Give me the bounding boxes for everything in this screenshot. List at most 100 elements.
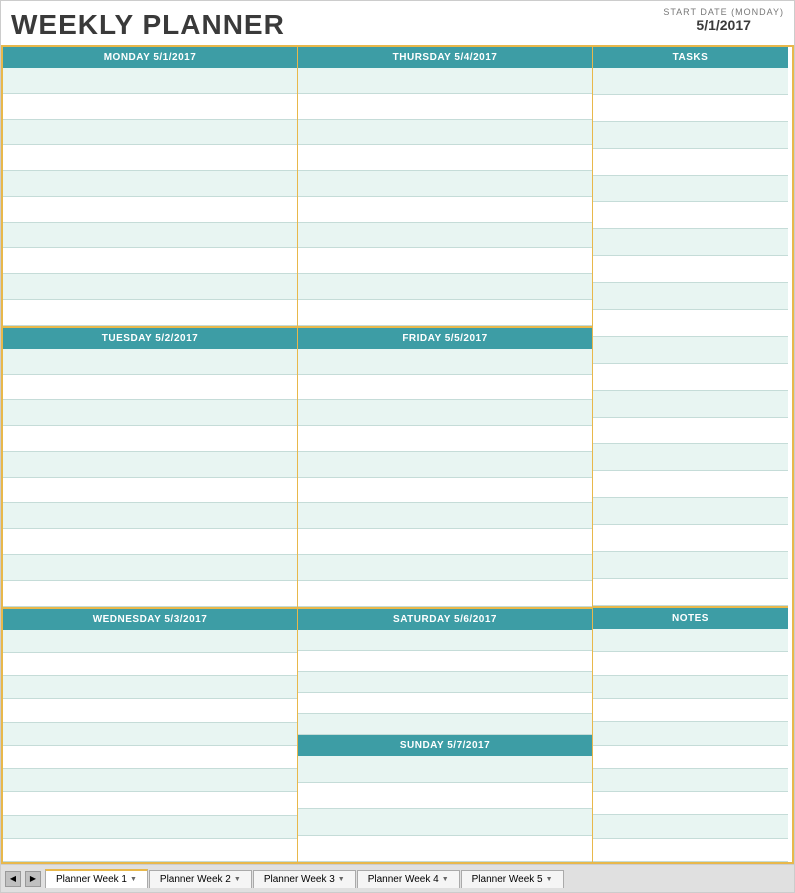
table-row[interactable] <box>298 651 592 672</box>
table-row[interactable] <box>3 792 297 815</box>
list-item[interactable] <box>593 552 788 579</box>
table-row[interactable] <box>3 400 297 426</box>
table-row[interactable] <box>298 120 592 146</box>
list-item[interactable] <box>593 310 788 337</box>
list-item[interactable] <box>593 95 788 122</box>
table-row[interactable] <box>3 223 297 249</box>
list-item[interactable] <box>593 676 788 699</box>
table-row[interactable] <box>3 248 297 274</box>
table-row[interactable] <box>3 723 297 746</box>
table-row[interactable] <box>298 555 592 581</box>
sheet-tab-week4[interactable]: Planner Week 4 ▼ <box>357 870 460 888</box>
tab-dropdown-icon[interactable]: ▼ <box>234 876 241 883</box>
table-row[interactable] <box>3 816 297 839</box>
table-row[interactable] <box>3 375 297 401</box>
table-row[interactable] <box>298 809 592 835</box>
table-row[interactable] <box>298 693 592 714</box>
table-row[interactable] <box>3 145 297 171</box>
table-row[interactable] <box>298 426 592 452</box>
table-row[interactable] <box>3 699 297 722</box>
table-row[interactable] <box>298 503 592 529</box>
table-row[interactable] <box>298 452 592 478</box>
list-item[interactable] <box>593 122 788 149</box>
list-item[interactable] <box>593 256 788 283</box>
table-row[interactable] <box>3 503 297 529</box>
table-row[interactable] <box>3 349 297 375</box>
table-row[interactable] <box>3 555 297 581</box>
table-row[interactable] <box>3 197 297 223</box>
list-item[interactable] <box>593 202 788 229</box>
table-row[interactable] <box>298 274 592 300</box>
table-row[interactable] <box>298 783 592 809</box>
table-row[interactable] <box>3 300 297 326</box>
table-row[interactable] <box>3 746 297 769</box>
tab-nav-prev[interactable]: ◀ <box>5 871 21 887</box>
table-row[interactable] <box>298 375 592 401</box>
list-item[interactable] <box>593 68 788 95</box>
table-row[interactable] <box>298 478 592 504</box>
table-row[interactable] <box>298 94 592 120</box>
table-row[interactable] <box>3 452 297 478</box>
table-row[interactable] <box>298 300 592 326</box>
list-item[interactable] <box>593 699 788 722</box>
table-row[interactable] <box>298 68 592 94</box>
tab-dropdown-icon[interactable]: ▼ <box>130 876 137 883</box>
table-row[interactable] <box>3 274 297 300</box>
table-row[interactable] <box>298 714 592 735</box>
table-row[interactable] <box>3 529 297 555</box>
table-row[interactable] <box>298 836 592 862</box>
table-row[interactable] <box>298 529 592 555</box>
table-row[interactable] <box>3 68 297 94</box>
table-row[interactable] <box>298 248 592 274</box>
table-row[interactable] <box>298 630 592 651</box>
list-item[interactable] <box>593 629 788 652</box>
table-row[interactable] <box>298 756 592 782</box>
table-row[interactable] <box>3 426 297 452</box>
table-row[interactable] <box>3 630 297 653</box>
list-item[interactable] <box>593 444 788 471</box>
tab-dropdown-icon[interactable]: ▼ <box>546 876 553 883</box>
list-item[interactable] <box>593 579 788 606</box>
list-item[interactable] <box>593 498 788 525</box>
table-row[interactable] <box>3 94 297 120</box>
list-item[interactable] <box>593 839 788 862</box>
table-row[interactable] <box>298 672 592 693</box>
table-row[interactable] <box>3 839 297 862</box>
sheet-tab-week3[interactable]: Planner Week 3 ▼ <box>253 870 356 888</box>
list-item[interactable] <box>593 815 788 838</box>
list-item[interactable] <box>593 652 788 675</box>
table-row[interactable] <box>3 581 297 607</box>
table-row[interactable] <box>298 349 592 375</box>
table-row[interactable] <box>298 581 592 607</box>
list-item[interactable] <box>593 364 788 391</box>
tab-nav-next[interactable]: ▶ <box>25 871 41 887</box>
sheet-tab-week5[interactable]: Planner Week 5 ▼ <box>461 870 564 888</box>
list-item[interactable] <box>593 229 788 256</box>
list-item[interactable] <box>593 337 788 364</box>
list-item[interactable] <box>593 149 788 176</box>
table-row[interactable] <box>298 145 592 171</box>
table-row[interactable] <box>3 676 297 699</box>
list-item[interactable] <box>593 769 788 792</box>
list-item[interactable] <box>593 792 788 815</box>
table-row[interactable] <box>298 400 592 426</box>
list-item[interactable] <box>593 283 788 310</box>
list-item[interactable] <box>593 176 788 203</box>
table-row[interactable] <box>298 197 592 223</box>
table-row[interactable] <box>3 171 297 197</box>
tab-dropdown-icon[interactable]: ▼ <box>442 876 449 883</box>
table-row[interactable] <box>298 223 592 249</box>
table-row[interactable] <box>3 478 297 504</box>
list-item[interactable] <box>593 418 788 445</box>
table-row[interactable] <box>298 171 592 197</box>
list-item[interactable] <box>593 722 788 745</box>
tab-dropdown-icon[interactable]: ▼ <box>338 876 345 883</box>
list-item[interactable] <box>593 525 788 552</box>
table-row[interactable] <box>3 769 297 792</box>
list-item[interactable] <box>593 746 788 769</box>
table-row[interactable] <box>3 653 297 676</box>
table-row[interactable] <box>3 120 297 146</box>
list-item[interactable] <box>593 391 788 418</box>
sheet-tab-week1[interactable]: Planner Week 1 ▼ <box>45 869 148 888</box>
sheet-tab-week2[interactable]: Planner Week 2 ▼ <box>149 870 252 888</box>
